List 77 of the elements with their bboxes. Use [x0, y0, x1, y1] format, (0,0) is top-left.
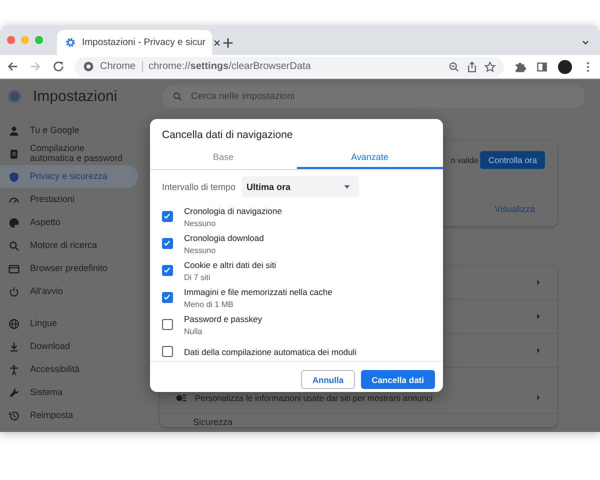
sidebar-item[interactable]: Tu e Google [0, 119, 138, 142]
cancel-button[interactable]: Annulla [301, 370, 355, 389]
close-window-button[interactable] [7, 36, 15, 44]
sidebar-item[interactable]: Motore di ricerca [0, 234, 138, 257]
profile-avatar[interactable] [558, 60, 572, 74]
checkbox[interactable] [162, 346, 173, 357]
clipboard-icon [8, 148, 20, 160]
close-icon [212, 38, 222, 48]
dropdown-caret-icon [342, 182, 351, 190]
wrench-icon [8, 386, 20, 398]
search-field[interactable]: Cerca nelle impostazioni [162, 84, 585, 108]
dialog-tab[interactable]: Avanzate [296, 147, 443, 169]
item-label: Cronologia download [184, 232, 264, 242]
sidebar-item[interactable]: Download [0, 335, 138, 358]
reload-icon[interactable] [52, 60, 65, 73]
checkbox[interactable] [162, 238, 173, 249]
sidebar-item[interactable]: Accessibilità [0, 358, 138, 381]
dialog-tab[interactable]: Base [150, 147, 296, 169]
time-range-label: Intervallo di tempo [162, 182, 236, 192]
settings-icon [65, 37, 76, 48]
checkbox[interactable] [162, 265, 173, 276]
card-text: n valide [450, 156, 478, 164]
chevron-down-icon[interactable] [581, 38, 590, 47]
item-detail: Nessuno [184, 218, 217, 228]
view-link[interactable]: Visualizza [494, 204, 535, 214]
clear-data-button[interactable]: Cancella dati [360, 370, 435, 389]
sidebar-item[interactable]: All’avvio [0, 280, 138, 303]
search-placeholder: Cerca nelle impostazioni [191, 90, 294, 102]
sidebar-item[interactable]: Browser predefinito [0, 257, 138, 280]
check-now-button[interactable]: Controlla ora [480, 151, 545, 169]
item-label: Password e passkey [184, 314, 262, 324]
checkbox[interactable] [162, 211, 173, 222]
dialog-title: Cancella dati di navigazione [161, 128, 294, 143]
section-heading: Sicurezza [192, 416, 234, 427]
tab-title: Impostazioni - Privacy e sicur [82, 37, 206, 48]
palette-icon [8, 216, 20, 228]
time-range-dropdown[interactable]: Ultima ora [242, 176, 359, 197]
restore-icon [8, 410, 20, 422]
sidebar-item[interactable]: Reimposta [0, 404, 138, 427]
site-label: Chrome [100, 61, 143, 72]
shield-icon [8, 170, 20, 182]
accessibility-figure-icon [8, 364, 20, 376]
puzzle-piece-icon [514, 60, 526, 72]
item-label: Cronologia di navigazione [184, 206, 282, 216]
new-tab-icon[interactable] [222, 37, 234, 49]
item-detail: Nessuno [184, 246, 217, 254]
item-detail: Meno di 1 MB [184, 300, 234, 308]
sidebar-item[interactable]: Privacy e sicurezza [0, 165, 138, 188]
item-detail: Di 7 siti [184, 272, 212, 282]
checkbox[interactable] [162, 292, 173, 303]
address-bar[interactable]: Chrome chrome://settings/clearBrowserData [75, 56, 504, 76]
search-icon [8, 240, 20, 252]
search-icon [172, 90, 183, 102]
star-icon [484, 60, 496, 72]
share-icon [466, 60, 478, 72]
item-label: Immagini e file memorizzati nella cache [184, 286, 332, 296]
sidebar-item[interactable]: Compilazione automatica e password [0, 142, 138, 165]
item-label: Cookie e altri dati dei siti [184, 260, 276, 270]
back-arrow-icon[interactable] [6, 60, 19, 73]
person-icon [8, 124, 20, 136]
globe-icon [8, 318, 20, 330]
app-logo [8, 90, 21, 102]
zoom-out-icon [448, 60, 460, 72]
power-icon [8, 286, 20, 298]
download-icon [8, 340, 20, 352]
side-panel-icon [536, 60, 548, 72]
url-text: chrome://settings/clearBrowserData [148, 61, 312, 72]
item-detail: Nulla [184, 326, 204, 336]
sidebar-item[interactable]: Prestazioni [0, 188, 138, 211]
checkbox[interactable] [162, 319, 173, 330]
browser-window-icon [8, 262, 20, 274]
sidebar-item[interactable]: Lingue [0, 312, 138, 335]
item-label: Dati della compilazione automatica dei moduli [184, 346, 356, 356]
page-title: Impostazioni [33, 88, 118, 104]
sidebar-item[interactable]: Sistema [0, 381, 138, 404]
row-text: Personalizza le informazioni usate dai siti per mostrarti annunci [195, 392, 434, 402]
sidebar-item[interactable]: Aspetto [0, 211, 138, 234]
